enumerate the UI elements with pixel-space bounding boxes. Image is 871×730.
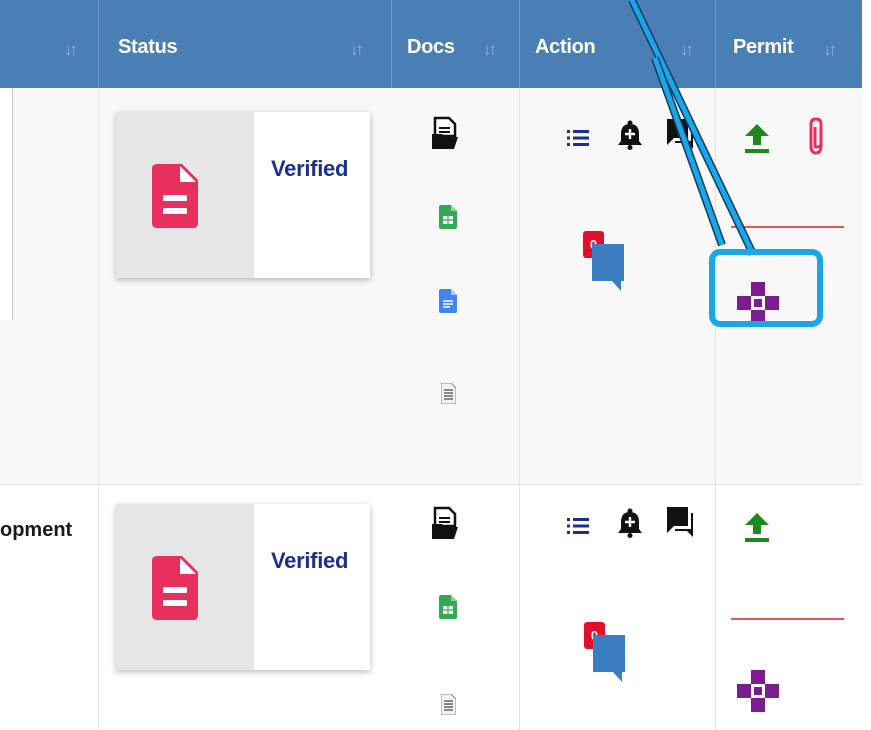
comment-count-icon[interactable] <box>592 244 628 292</box>
status-card-icon-area <box>116 112 254 278</box>
column-divider <box>715 485 716 730</box>
sort-icon[interactable]: ↓↑ <box>823 40 837 60</box>
first-cell-panel <box>0 88 13 320</box>
sort-icon[interactable]: ↓↑ <box>350 40 364 60</box>
column-divider <box>519 88 520 484</box>
upload-icon[interactable] <box>745 513 769 542</box>
list-icon[interactable] <box>567 129 589 147</box>
sort-icon[interactable]: ↓↑ <box>64 40 78 60</box>
blue-doc-icon[interactable] <box>439 289 457 313</box>
text-doc-icon[interactable] <box>441 694 456 715</box>
column-header-action-label: Action <box>535 36 596 58</box>
folder-document-icon[interactable] <box>432 116 460 150</box>
column-divider <box>519 485 520 730</box>
column-header-status-label: Status <box>118 36 178 58</box>
column-divider <box>98 88 99 484</box>
divider-line <box>731 226 844 228</box>
column-header-permit-label: Permit <box>733 36 794 58</box>
sort-icon[interactable]: ↓↑ <box>680 40 694 60</box>
bell-plus-icon[interactable] <box>618 508 642 538</box>
status-label: Verified <box>271 156 349 181</box>
row-title-fragment: opment <box>0 519 73 541</box>
column-header-first[interactable]: ↓↑ <box>0 0 98 88</box>
column-divider <box>98 485 99 730</box>
status-card-icon-area <box>116 504 254 670</box>
column-header-status[interactable]: Status ↓↑ <box>99 0 391 88</box>
plus-cross-icon[interactable] <box>737 282 779 324</box>
upload-icon[interactable] <box>745 124 769 153</box>
column-header-action[interactable]: Action ↓↑ <box>520 0 715 88</box>
divider-line <box>731 618 844 620</box>
list-icon[interactable] <box>567 517 589 535</box>
folder-document-icon[interactable] <box>432 506 460 540</box>
bell-plus-icon[interactable] <box>618 120 642 150</box>
column-header-permit[interactable]: Permit ↓↑ <box>716 0 862 88</box>
status-card[interactable]: Verified <box>116 504 370 670</box>
sort-icon[interactable]: ↓↑ <box>483 40 497 60</box>
status-label: Verified <box>271 548 349 573</box>
table-header: ↓↑ Status ↓↑ Docs ↓↑ Action ↓↑ Permit ↓↑ <box>0 0 862 88</box>
plus-cross-icon[interactable] <box>737 670 779 712</box>
pdf-document-icon <box>152 164 198 228</box>
chat-icon[interactable] <box>667 119 693 149</box>
column-header-docs[interactable]: Docs ↓↑ <box>392 0 519 88</box>
pdf-document-icon <box>152 556 198 620</box>
status-card[interactable]: Verified <box>116 112 370 278</box>
green-sheet-icon[interactable] <box>439 595 457 619</box>
column-header-docs-label: Docs <box>407 36 455 58</box>
chat-icon[interactable] <box>667 507 693 537</box>
column-divider <box>715 88 716 484</box>
text-doc-icon[interactable] <box>441 383 456 404</box>
green-sheet-icon[interactable] <box>439 205 457 229</box>
comment-count-icon[interactable] <box>593 635 629 683</box>
paperclip-icon[interactable] <box>805 116 827 156</box>
